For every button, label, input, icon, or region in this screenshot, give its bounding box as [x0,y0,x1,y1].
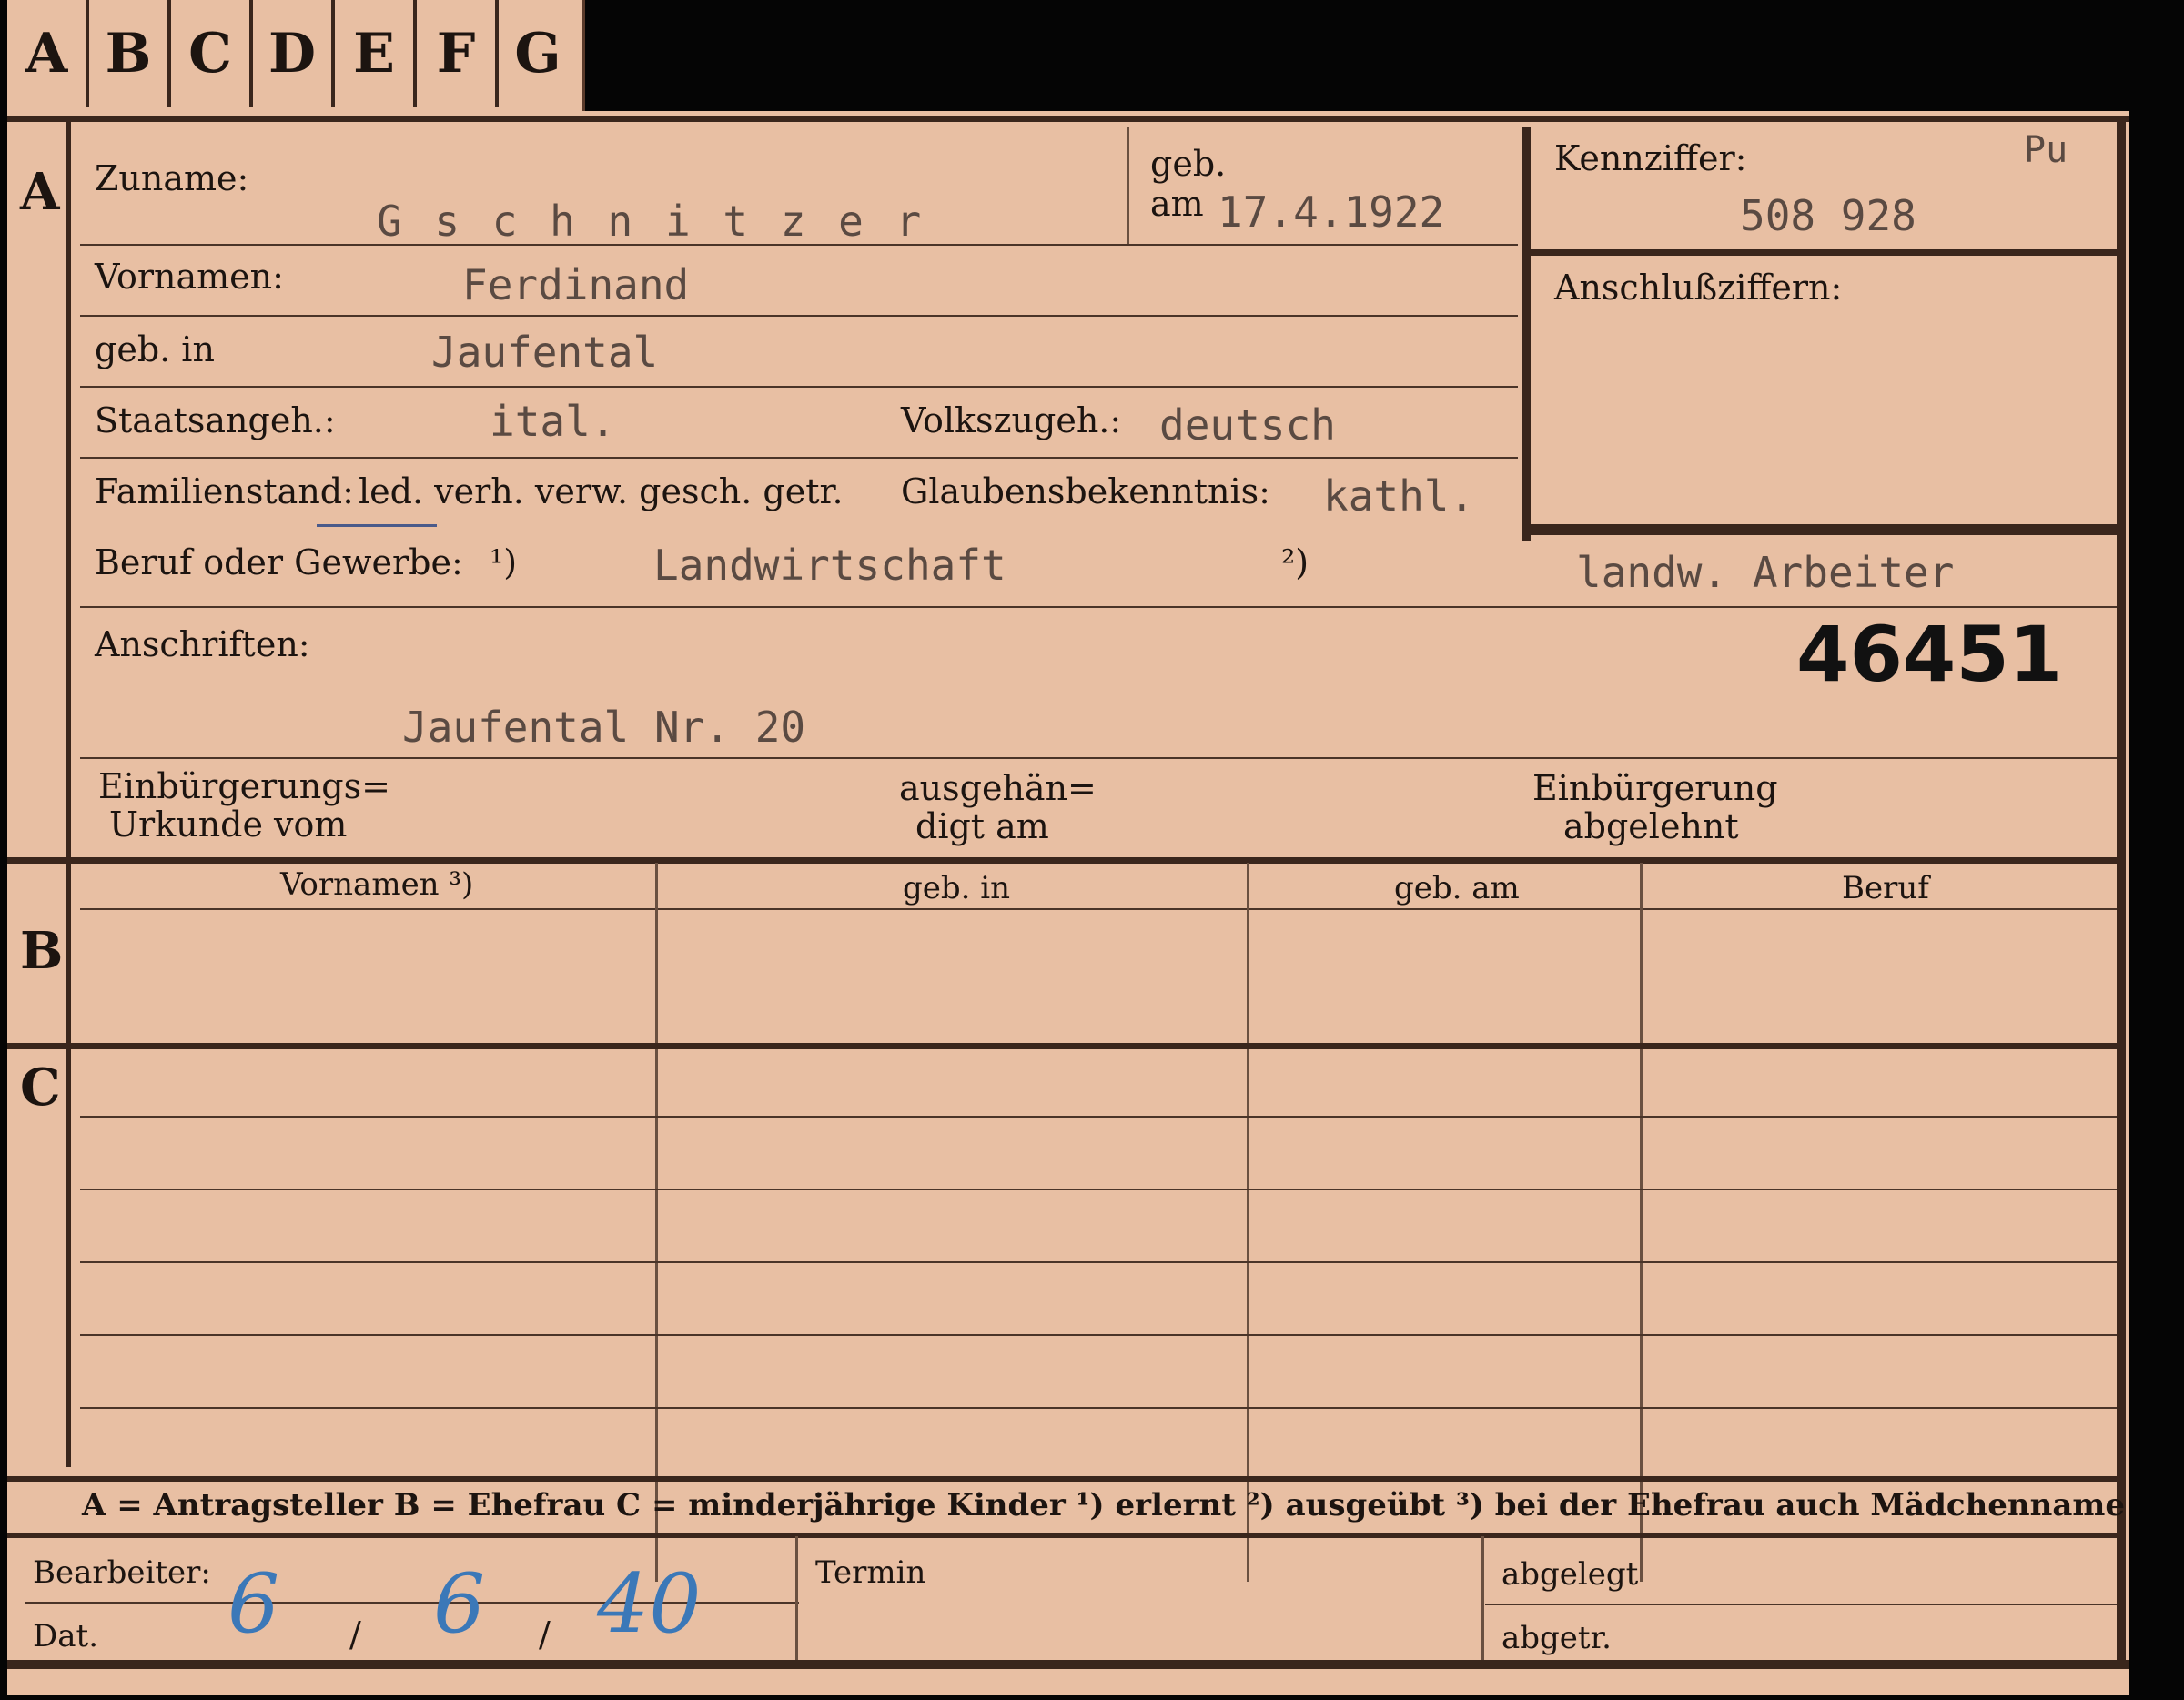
zuname-label: Zuname: [95,158,249,198]
kennziffer-box-divider [1522,249,2120,256]
date-year-handwritten: 40 [597,1556,702,1652]
date-separator-1: / [349,1614,361,1654]
rule [80,1261,2117,1263]
anschrift-value: Jaufental Nr. 20 [402,703,806,752]
abgelegt-label: abgelegt [1502,1556,1639,1593]
rule [80,1116,2117,1118]
beruf-label: Beruf oder Gewerbe: [95,542,463,582]
top-border [7,116,2129,122]
legend-bottom-border [7,1533,2120,1538]
footnote-1-mark: ¹) [490,542,518,582]
rule [80,1189,2117,1190]
section-b-label: B [20,921,64,981]
glaubensbekenntnis-value: kathl. [1323,471,1475,521]
column-divider [655,863,658,1582]
section-divider-line [66,120,71,1467]
rule [1485,1604,2117,1605]
ausgehaendigt-label-2: digt am [915,806,1049,846]
geb-divider [1127,127,1129,244]
kennziffer-value: 508 928 [1740,191,1916,240]
ausgehaendigt-label-1: ausgehän= [899,768,1097,808]
registration-card: A B C Zuname: G s c h n i t z e r geb. a… [7,111,2129,1695]
tab-e[interactable]: E [335,0,417,107]
col-header-beruf: Beruf [1842,870,1929,906]
col-header-geb-in: geb. in [903,870,1011,906]
stamp-number: 46451 [1796,610,2063,699]
einbuergerung-abgelehnt-label-2: abgelehnt [1563,806,1739,846]
termin-label: Termin [815,1554,926,1591]
rule [80,244,1518,246]
beruf-erlernt-value: Landwirtschaft [653,541,1006,590]
kennziffer-label: Kennziffer: [1554,138,1747,178]
tab-b[interactable]: B [89,0,171,107]
tab-g[interactable]: G [499,0,577,107]
bearbeiter-label: Bearbeiter: [33,1554,211,1591]
col-header-vornamen: Vornamen ³) [280,866,474,903]
geb-in-value: Jaufental [431,328,659,377]
staatsangeh-label: Staatsangeh.: [95,400,336,440]
date-month-handwritten: 6 [433,1556,486,1652]
rule [80,908,2117,910]
column-divider [1640,863,1643,1582]
rule [80,606,2117,608]
vornamen-label: Vornamen: [95,257,284,297]
tab-strip: A B C D E F G [7,0,585,111]
volkszugeh-value: deutsch [1159,400,1336,450]
column-divider [1247,863,1249,1582]
volkszugeh-label: Volkszugeh.: [901,400,1122,440]
column-divider [795,1536,798,1660]
rule [80,457,1518,459]
tab-f[interactable]: F [417,0,499,107]
legend-top-border [7,1476,2120,1482]
dat-label: Dat. [33,1618,99,1654]
section-c-label: C [20,1057,61,1118]
col-header-geb-am: geb. am [1394,870,1520,906]
vornamen-value: Ferdinand [462,260,690,309]
rule [80,1407,2117,1409]
abgetragen-label: abgetr. [1502,1620,1612,1656]
section-c-top-border [7,1043,2120,1049]
geb-in-label: geb. in [95,329,215,369]
am-label: am [1150,184,1204,224]
staatsangeh-value: ital. [490,397,616,446]
legend-text: A = Antragsteller B = Ehefrau C = minder… [82,1487,2125,1523]
pu-mark: Pu [2024,129,2068,171]
kennziffer-box-left [1522,127,1531,541]
einbuergerung-abgelehnt-label-1: Einbürgerung [1532,768,1778,808]
kennziffer-box-bottom [1522,524,2120,535]
section-a-label: A [20,162,60,222]
tab-a[interactable]: A [7,0,89,107]
familienstand-options: led. verh. verw. gesch. getr. [359,471,844,511]
rule [80,1334,2117,1336]
rule [80,757,2117,759]
anschlussziffern-label: Anschlußziffern: [1554,268,1843,308]
date-separator-2: / [539,1614,551,1654]
glaubensbekenntnis-label: Glaubensbekenntnis: [901,471,1270,511]
geb-label: geb. [1150,144,1227,184]
footnote-2-mark: ²) [1281,542,1309,582]
einbuergerung-urkunde-label-1: Einbürgerungs= [98,766,390,806]
rule [80,315,1518,317]
familienstand-underline-mark [317,524,437,527]
right-border [2117,116,2126,1664]
column-divider [1481,1536,1484,1660]
section-b-top-border [7,857,2120,864]
zuname-value: G s c h n i t z e r [377,197,925,246]
rule [80,386,1518,388]
einbuergerung-urkunde-label-2: Urkunde vom [109,804,348,845]
tab-d[interactable]: D [253,0,335,107]
geb-am-value: 17.4.1922 [1218,187,1445,237]
beruf-ausgeuebt-value: landw. Arbeiter [1576,548,1955,597]
familienstand-label: Familienstand: [95,471,354,511]
bottom-border [7,1660,2129,1669]
date-day-handwritten: 6 [228,1556,280,1652]
tab-c[interactable]: C [171,0,253,107]
anschriften-label: Anschriften: [95,624,310,664]
